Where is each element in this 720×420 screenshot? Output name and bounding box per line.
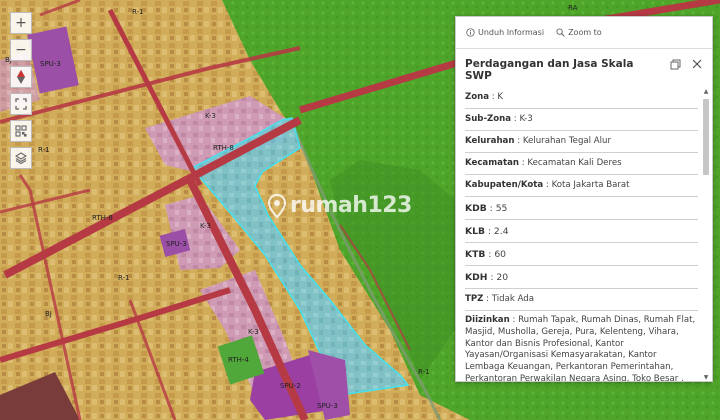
- row-ktb: KTB : 60: [465, 243, 698, 266]
- key-kelurahan: Kelurahan: [465, 136, 515, 146]
- label-k3-mid: K-3: [200, 222, 211, 230]
- key-klb: KLB: [465, 226, 485, 237]
- zoom-in-icon: +: [15, 15, 27, 31]
- row-zona: Zona : K: [465, 87, 698, 109]
- key-kabupaten: Kabupaten/Kota: [465, 180, 544, 190]
- val-kelurahan: Kelurahan Tegal Alur: [522, 136, 612, 146]
- fullscreen-button[interactable]: [10, 93, 32, 115]
- dock-button[interactable]: [668, 57, 682, 71]
- key-tpz: TPZ: [465, 294, 484, 304]
- row-subzona: Sub-Zona : K-3: [465, 109, 698, 131]
- key-kecamatan: Kecamatan: [465, 158, 520, 168]
- label-r1-top: R-1: [132, 8, 144, 16]
- label-k3-top: K-3: [205, 112, 216, 120]
- row-kecamatan: Kecamatan : Kecamatan Kali Deres: [465, 153, 698, 175]
- zoom-out-icon: −: [15, 42, 27, 58]
- layers-icon: [15, 152, 27, 164]
- zoning-info-popup: Unduh Informasi Zoom to Perdagangan dan …: [455, 16, 713, 382]
- key-kdb: KDB: [465, 203, 487, 214]
- scroll-down-icon[interactable]: ▼: [702, 373, 710, 381]
- row-diizinkan: Diizinkan : Rumah Tapak, Rumah Dinas, Ru…: [465, 311, 698, 382]
- key-ktb: KTB: [465, 249, 486, 260]
- key-kdh: KDH: [465, 272, 488, 283]
- label-r1-bottom: R-1: [418, 368, 430, 376]
- layers-button[interactable]: [10, 147, 32, 169]
- label-rth4: RTH-4: [228, 356, 249, 364]
- row-tpz: TPZ : Tidak Ada: [465, 289, 698, 311]
- val-tpz: Tidak Ada: [491, 294, 535, 304]
- popup-body[interactable]: Zona : K Sub-Zona : K-3 Kelurahan : Kelu…: [456, 87, 712, 382]
- zoom-out-button[interactable]: −: [10, 39, 32, 61]
- label-rth8-top: RTH-8: [213, 144, 234, 152]
- label-r1-mid: R-1: [118, 274, 130, 282]
- scroll-up-icon[interactable]: ▲: [702, 87, 710, 95]
- val-kecamatan: Kecamatan Kali Deres: [527, 158, 622, 168]
- key-diizinkan: Diizinkan: [465, 315, 510, 325]
- qr-code-icon: [15, 125, 27, 137]
- label-k3-bottom: K-3: [248, 328, 259, 336]
- val-kabupaten: Kota Jakarta Barat: [551, 180, 630, 190]
- download-info-action[interactable]: Unduh Informasi: [466, 28, 544, 37]
- row-kdh: KDH : 20: [465, 266, 698, 289]
- label-spu2: SPU-2: [280, 382, 301, 390]
- label-spu3-bottom: SPU-3: [317, 402, 338, 410]
- val-kdh: 20: [496, 272, 509, 283]
- key-zona: Zona: [465, 92, 490, 102]
- fullscreen-icon: [15, 98, 27, 110]
- download-info-label: Unduh Informasi: [478, 28, 545, 37]
- popup-title: Perdagangan dan Jasa Skala SWP: [465, 58, 634, 82]
- row-kdb: KDB : 55: [465, 197, 698, 220]
- label-rth8-left: RTH-8: [92, 214, 113, 222]
- popup-header: Perdagangan dan Jasa Skala SWP: [456, 49, 712, 85]
- zoom-in-button[interactable]: +: [10, 12, 32, 34]
- popup-scrollbar[interactable]: ▲ ▼: [702, 87, 710, 381]
- dock-icon: [670, 59, 680, 69]
- scroll-thumb[interactable]: [703, 99, 709, 175]
- close-icon: [692, 59, 702, 69]
- zoom-to-label: Zoom to: [568, 28, 602, 37]
- key-subzona: Sub-Zona: [465, 114, 512, 124]
- attribute-list: Zona : K Sub-Zona : K-3 Kelurahan : Kelu…: [456, 87, 712, 382]
- val-ktb: 60: [494, 249, 507, 260]
- map-controls: + −: [10, 12, 34, 174]
- compass-button[interactable]: [10, 66, 32, 88]
- val-diizinkan: Rumah Tapak, Rumah Dinas, Rumah Flat, Ma…: [465, 315, 696, 382]
- val-zona: K: [497, 92, 504, 102]
- val-klb: 2.4: [493, 226, 509, 237]
- popup-actions: Unduh Informasi Zoom to: [456, 17, 712, 49]
- row-klb: KLB : 2.4: [465, 220, 698, 243]
- val-subzona: K-3: [519, 114, 533, 124]
- info-icon: [466, 28, 475, 37]
- row-kabupaten: Kabupaten/Kota : Kota Jakarta Barat: [465, 175, 698, 197]
- compass-icon: [17, 70, 25, 84]
- label-bj-bottom: BJ: [45, 310, 52, 318]
- row-kelurahan: Kelurahan : Kelurahan Tegal Alur: [465, 131, 698, 153]
- zoom-to-action[interactable]: Zoom to: [556, 28, 602, 37]
- label-spu3-mid: SPU-3: [166, 240, 187, 248]
- label-r1-left: R-1: [38, 146, 50, 154]
- val-kdb: 55: [495, 203, 508, 214]
- label-ra-top: RA: [568, 4, 578, 12]
- label-spu3-top: SPU-3: [40, 60, 61, 68]
- qr-code-button[interactable]: [10, 120, 32, 142]
- close-button[interactable]: [690, 57, 704, 71]
- magnifier-icon: [556, 28, 565, 37]
